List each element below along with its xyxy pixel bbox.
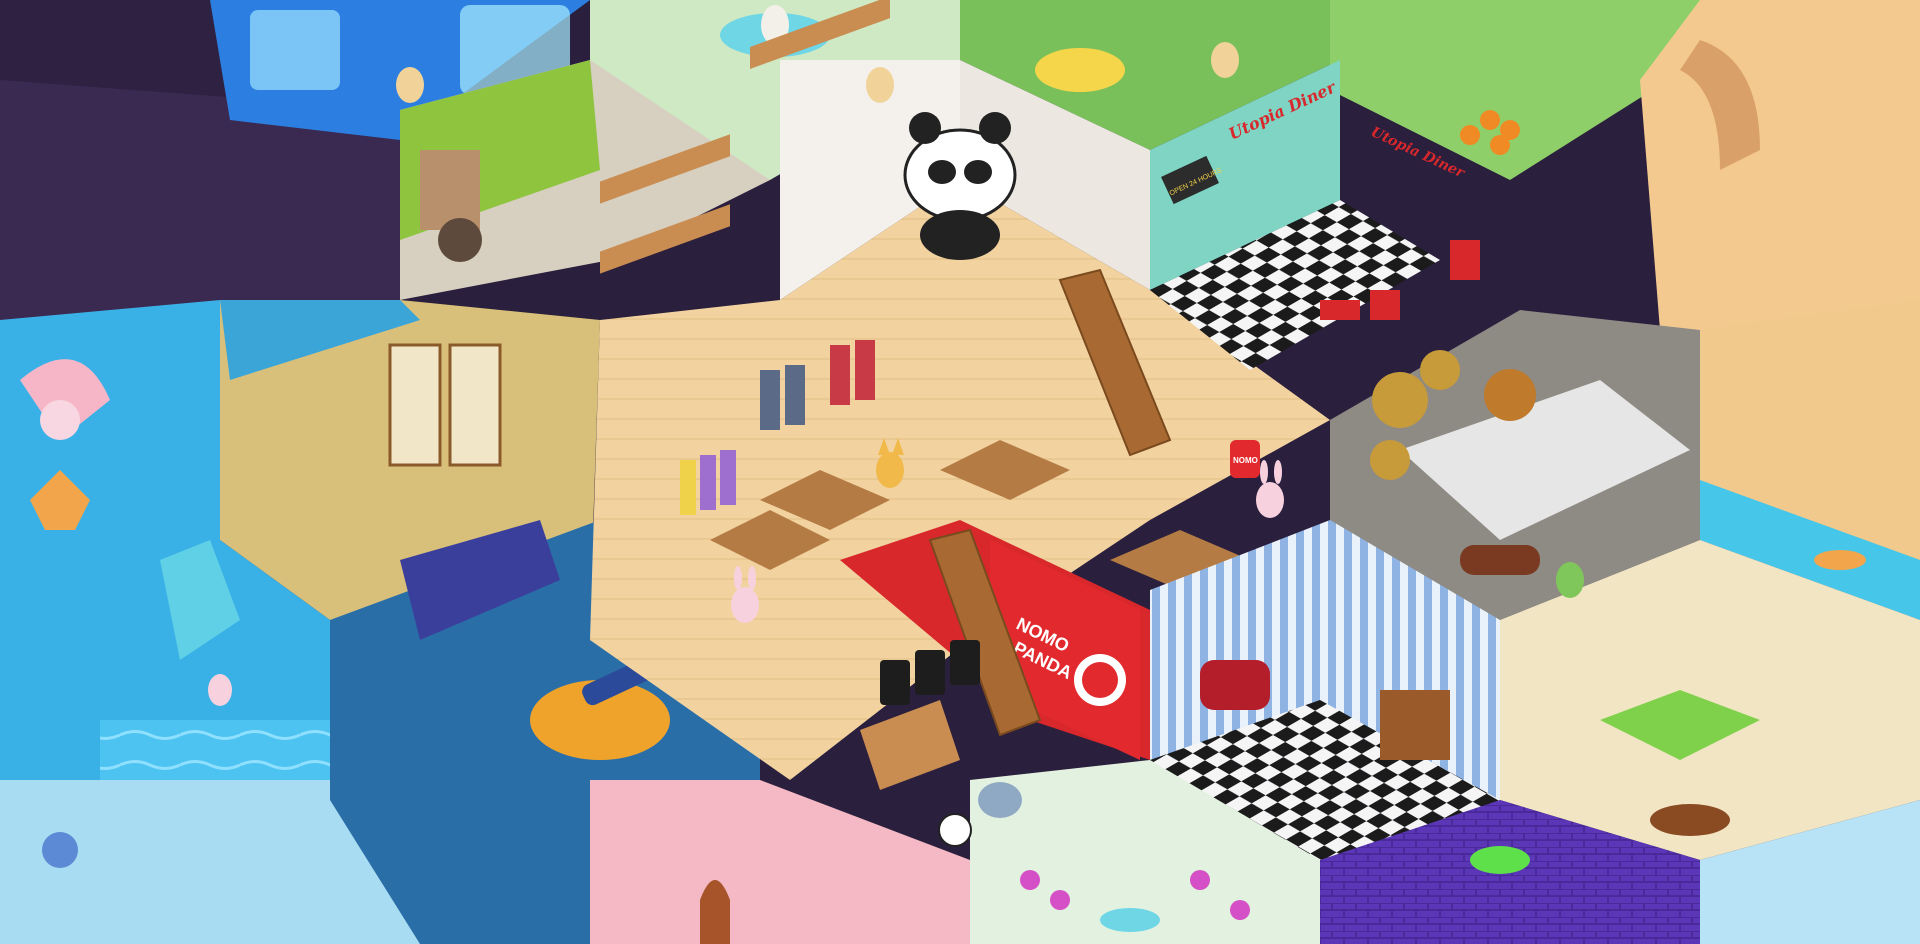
avatar-elephant — [978, 782, 1022, 818]
nomo-pillow-text: NOMO — [1233, 456, 1258, 465]
avatar-mage-party — [1211, 42, 1239, 78]
avatar-witch — [1556, 562, 1584, 598]
panda-mascot-statue — [903, 112, 1017, 260]
avatar-mage-top — [396, 67, 424, 103]
grand-stair-room — [1640, 0, 1920, 330]
avatar-rabbit-pink — [1256, 460, 1284, 518]
avatar-rabbit-bath — [208, 674, 232, 706]
game-scene: NOMO PANDA Utopia Diner Utopia Diner OPE… — [0, 0, 1920, 944]
avatar-mage-garden — [866, 67, 894, 103]
avatar-panda-shop — [938, 813, 972, 847]
pink-room — [590, 780, 970, 944]
